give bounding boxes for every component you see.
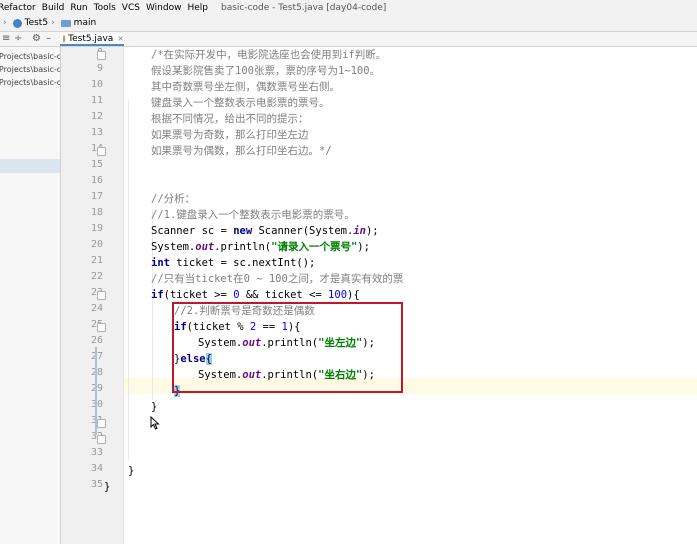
- menu-tools[interactable]: Tools: [91, 3, 119, 13]
- line-number: 13: [90, 127, 103, 138]
- code-line: Scanner sc = new Scanner(System.in);: [151, 225, 379, 237]
- project-item[interactable]: aProjects\basic-co: [0, 50, 60, 63]
- breadcrumb-method[interactable]: main: [60, 18, 97, 28]
- code-line: 如果票号为奇数，那么打印坐左边: [151, 129, 309, 141]
- fold-marker[interactable]: [97, 435, 106, 444]
- method-icon: [60, 19, 71, 27]
- tab-label: Test5.java: [68, 33, 114, 44]
- fold-marker[interactable]: [97, 147, 106, 156]
- line-number: 18: [90, 207, 103, 218]
- line-number: 10: [90, 79, 103, 90]
- code-line: }else{: [174, 353, 212, 365]
- line-number: 16: [90, 175, 103, 186]
- menu-bar: Refactor Build Run Tools VCS Window Help…: [0, 0, 697, 15]
- fold-marker[interactable]: [97, 51, 106, 60]
- breadcrumb-class[interactable]: Test5: [12, 18, 49, 28]
- tab-test5-java[interactable]: Test5.java ×: [60, 33, 124, 46]
- line-number: 34: [90, 463, 103, 474]
- collapse-icon[interactable]: ÷: [14, 33, 22, 44]
- selected-row: [0, 159, 60, 173]
- fold-marker[interactable]: [97, 323, 106, 332]
- nav-separator: ›: [3, 18, 7, 28]
- code-line: //分析：: [151, 193, 196, 205]
- navigation-bar: › Test5 › main: [0, 15, 697, 32]
- line-number: 26: [90, 335, 103, 346]
- line-number: 9: [96, 63, 103, 74]
- project-item[interactable]: aProjects\basic-co: [0, 63, 60, 76]
- java-file-icon: [63, 34, 66, 43]
- code-line: if(ticket >= 0 && ticket <= 100){: [151, 289, 360, 301]
- fold-marker[interactable]: [97, 419, 106, 428]
- project-panel: aProjects\basic-co aProjects\basic-co aP…: [0, 47, 61, 544]
- class-icon: [12, 18, 22, 28]
- gear-icon[interactable]: ⚙: [32, 33, 41, 44]
- code-line: //2.判断票号是奇数还是偶数: [174, 305, 315, 317]
- nav-separator: ›: [51, 18, 55, 28]
- line-number: 11: [90, 95, 103, 106]
- code-line: /*在实际开发中，电影院选座也会使用到if判断。: [151, 49, 387, 61]
- code-line: //只有当ticket在0 ~ 100之间，才是真实有效的票: [151, 273, 404, 285]
- menu-window[interactable]: Window: [143, 3, 185, 13]
- menu-refactor[interactable]: Refactor: [0, 3, 39, 13]
- code-line: 假设某影院售卖了100张票，票的序号为1~100。: [151, 65, 381, 77]
- code-editor[interactable]: /*在实际开发中，电影院选座也会使用到if判断。 假设某影院售卖了100张票，票…: [104, 47, 697, 544]
- line-number: 24: [90, 303, 103, 314]
- menu-help[interactable]: Help: [184, 3, 211, 13]
- line-number: 21: [90, 255, 103, 266]
- mouse-pointer-icon: [150, 416, 160, 430]
- menu-build[interactable]: Build: [39, 3, 68, 13]
- line-number-gutter: 8 9 10 11 12 13 14 15 16 17 18 19 20 21 …: [61, 47, 124, 544]
- code-line: System.out.println("坐左边");: [198, 337, 375, 349]
- code-line: }: [151, 401, 158, 413]
- change-marker: [95, 347, 97, 435]
- line-number: 20: [90, 239, 103, 250]
- code-line: }: [174, 385, 181, 397]
- code-line: }: [128, 465, 135, 477]
- line-number: 22: [90, 271, 103, 282]
- line-number: 35: [90, 479, 103, 490]
- fold-marker[interactable]: [97, 291, 106, 300]
- close-icon[interactable]: ×: [117, 34, 124, 43]
- line-number: 12: [90, 111, 103, 122]
- line-number: 15: [90, 159, 103, 170]
- minimize-icon[interactable]: –: [46, 33, 51, 44]
- line-number: 17: [90, 191, 103, 202]
- project-item[interactable]: aProjects\basic-co: [0, 76, 60, 89]
- code-line: 其中奇数票号坐左侧，偶数票号坐右侧。: [151, 81, 340, 93]
- code-line: if(ticket % 2 == 1){: [174, 321, 301, 333]
- window-title: basic-code - Test5.java [day04-code]: [220, 2, 387, 13]
- code-line: int ticket = sc.nextInt();: [151, 257, 316, 269]
- breadcrumb-class-label: Test5: [24, 18, 49, 28]
- sync-icon[interactable]: ≡: [2, 33, 10, 44]
- code-line: 如果票号为偶数，那么打印坐右边。*/: [151, 145, 332, 157]
- menu-vcs[interactable]: VCS: [119, 3, 143, 13]
- code-line: System.out.println("坐右边");: [198, 369, 375, 381]
- menu-run[interactable]: Run: [67, 3, 90, 13]
- code-line: 键盘录入一个整数表示电影票的票号。: [151, 97, 330, 109]
- code-line: System.out.println("请录入一个票号");: [151, 241, 370, 253]
- line-number: 33: [90, 447, 103, 458]
- breadcrumb-method-label: main: [73, 18, 97, 28]
- code-line: //1.键盘录入一个整数表示电影票的票号。: [151, 209, 355, 221]
- code-line: 根据不同情况，给出不同的提示：: [151, 113, 309, 125]
- line-number: 19: [90, 223, 103, 234]
- code-line: }: [104, 481, 111, 493]
